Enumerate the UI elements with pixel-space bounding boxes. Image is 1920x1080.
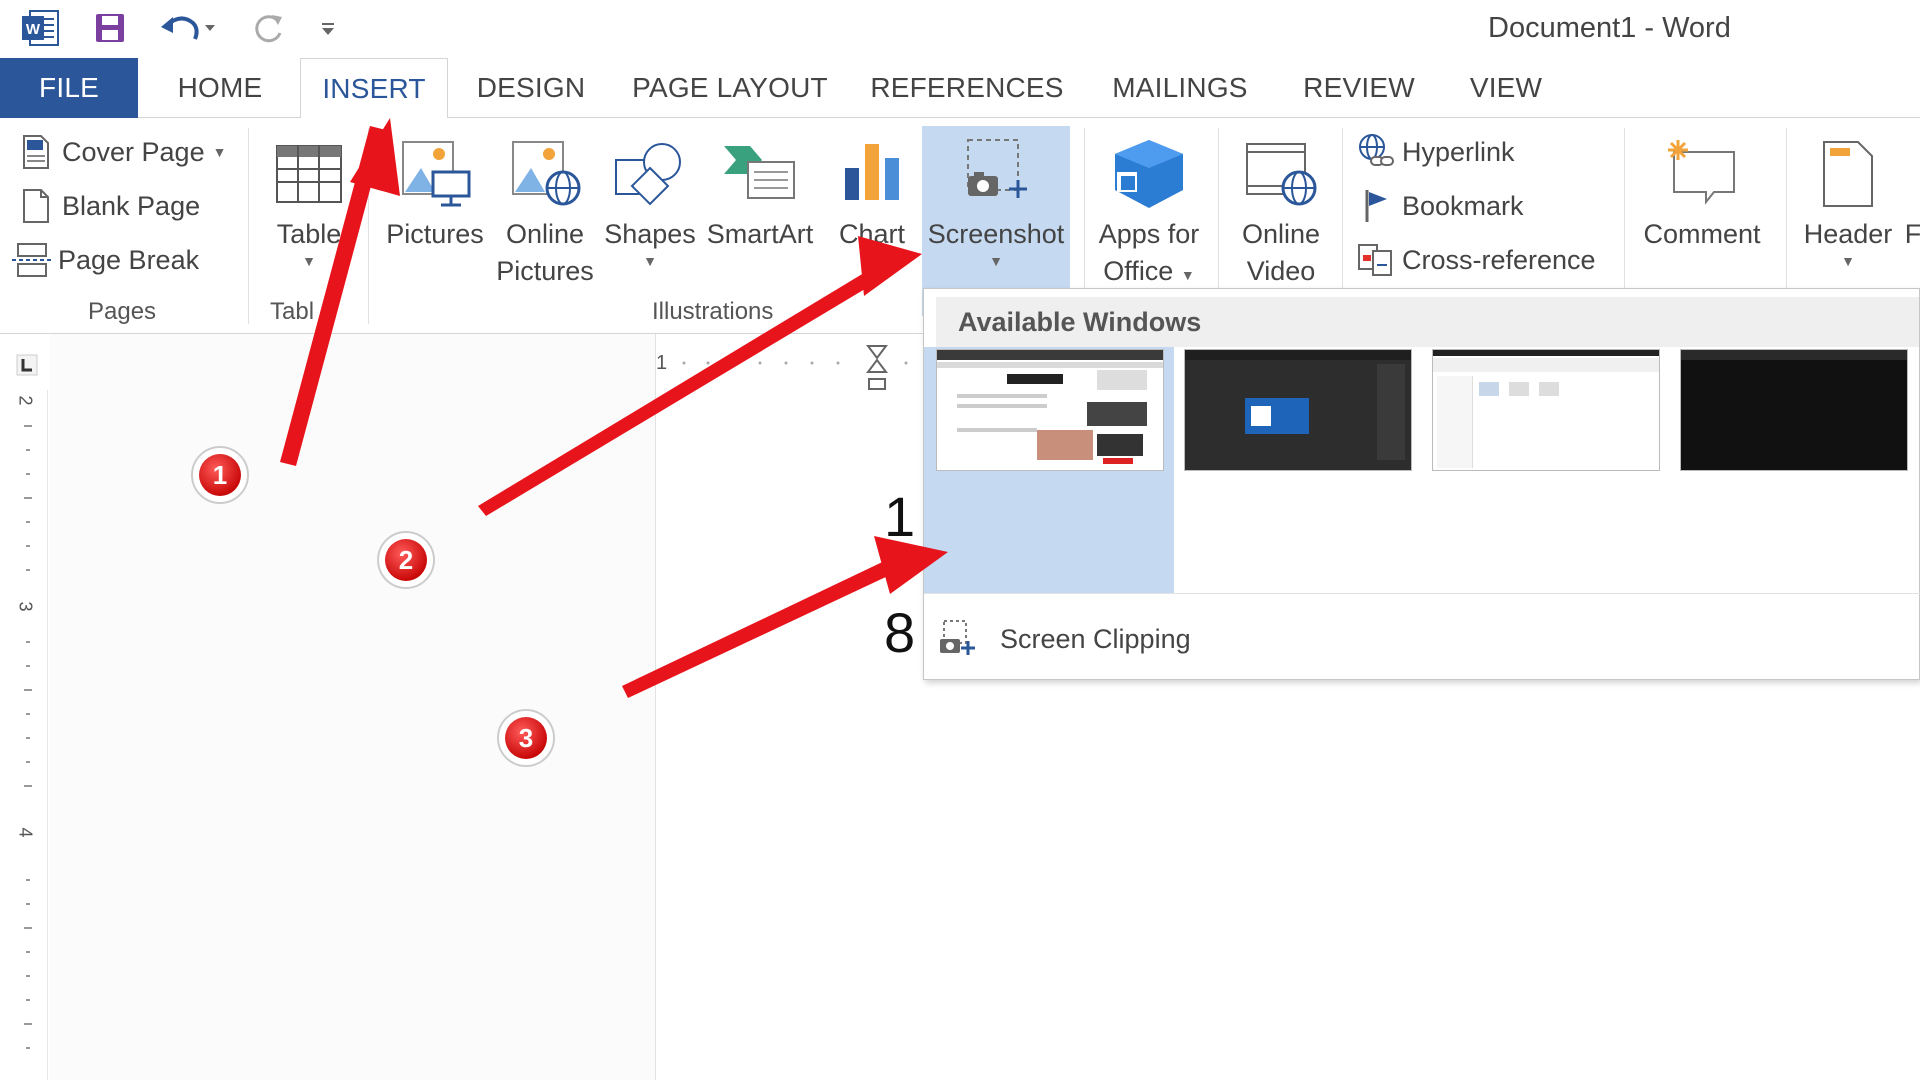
chart-icon — [832, 134, 912, 214]
cross-reference-icon — [1356, 240, 1396, 280]
page-break-label: Page Break — [58, 244, 200, 275]
online-video-label: Online Video — [1241, 219, 1321, 286]
screenshot-label: Screenshot — [927, 219, 1065, 249]
bookmark-icon — [1356, 186, 1396, 226]
svg-text:W: W — [26, 21, 41, 38]
available-windows-header: Available Windows — [936, 297, 1919, 347]
shapes-label: Shapes — [604, 219, 696, 249]
window-thumbnail-1-image[interactable] — [936, 349, 1164, 471]
chart-button[interactable]: Chart — [826, 126, 918, 316]
tab-file[interactable]: FILE — [0, 58, 138, 118]
window-thumbnail-4-image[interactable] — [1680, 349, 1908, 471]
bookmark-button[interactable]: Bookmark — [1356, 184, 1524, 228]
table-icon — [269, 134, 349, 214]
online-pictures-icon — [505, 134, 585, 214]
illustrations-group-label: Illustrations — [652, 298, 774, 325]
tables-group-label: Tabl — [270, 298, 315, 325]
window-title: Document1 - Word — [1488, 12, 1731, 44]
online-video-icon — [1241, 134, 1321, 214]
title-bar: W Document1 - Word — [0, 0, 1920, 58]
cross-reference-button[interactable]: Cross-reference — [1356, 238, 1596, 282]
save-icon[interactable] — [90, 8, 130, 48]
cover-page-label: Cover Page — [62, 136, 205, 167]
cover-page-button[interactable]: Cover Page ▼ — [16, 130, 226, 174]
apps-for-office-icon — [1109, 134, 1189, 214]
tab-selector-icon[interactable] — [16, 354, 38, 376]
comment-icon — [1662, 134, 1742, 214]
vruler-number-2: 2 — [15, 395, 36, 406]
header-icon — [1808, 134, 1888, 214]
screenshot-icon — [956, 134, 1036, 214]
word-logo-icon[interactable]: W — [18, 8, 62, 48]
shapes-button[interactable]: Shapes ▼ — [600, 126, 700, 316]
blank-page-button[interactable]: Blank Page — [16, 184, 200, 228]
screen-clipping-button[interactable]: Screen Clipping — [934, 599, 1191, 679]
table-label: Table — [276, 219, 342, 249]
page-break-button[interactable]: Page Break — [12, 238, 199, 282]
comment-label: Comment — [1643, 219, 1761, 249]
chart-label: Chart — [838, 219, 906, 249]
tab-insert[interactable]: INSERT — [300, 58, 448, 119]
indent-marker-icon — [866, 345, 888, 373]
vruler-number-4: 4 — [15, 827, 36, 838]
vruler-number-3: 3 — [15, 601, 36, 612]
pictures-button[interactable]: Pictures — [380, 126, 490, 316]
redo-icon[interactable] — [250, 8, 290, 48]
screenshot-dropdown: Available Windows Screen Clipping — [923, 288, 1920, 680]
online-pictures-label: Online Pictures — [496, 219, 594, 286]
table-button[interactable]: Table ▼ — [264, 126, 354, 316]
tab-mailings[interactable]: MAILINGS — [1102, 58, 1258, 118]
smartart-label: SmartArt — [706, 219, 814, 249]
ribbon-tabs: FILE HOME INSERT DESIGN PAGE LAYOUT REFE… — [0, 58, 1920, 119]
tab-review[interactable]: REVIEW — [1298, 58, 1420, 118]
smartart-icon — [720, 134, 800, 214]
tab-design[interactable]: DESIGN — [470, 58, 592, 118]
tab-view[interactable]: VIEW — [1456, 58, 1556, 118]
page-break-icon — [12, 240, 52, 280]
document-margin — [50, 334, 656, 1080]
pictures-icon — [395, 134, 475, 214]
shapes-icon — [610, 134, 690, 214]
window-thumbnail-3-image[interactable] — [1432, 349, 1660, 471]
blank-page-label: Blank Page — [62, 190, 201, 221]
online-pictures-button[interactable]: Online Pictures — [490, 126, 600, 316]
vertical-ruler: 2 3 4 — [8, 390, 48, 1080]
apps-for-office-label: Apps for Office ▼ — [1098, 219, 1200, 286]
bookmark-label: Bookmark — [1402, 190, 1524, 221]
horizontal-ruler: 1 — [656, 344, 926, 390]
hyperlink-button[interactable]: Hyperlink — [1356, 130, 1515, 174]
header-label: Header — [1803, 219, 1893, 249]
document-area: 2 3 4 1 1 8 Available Windows Screen Cli… — [0, 288, 1920, 1080]
tab-page-layout[interactable]: PAGE LAYOUT — [630, 58, 830, 118]
footer-label-partial: F — [1906, 219, 1920, 249]
hyperlink-icon — [1356, 132, 1396, 172]
pages-group-label: Pages — [88, 298, 157, 325]
pictures-label: Pictures — [386, 219, 484, 249]
tab-references[interactable]: REFERENCES — [870, 58, 1063, 118]
blank-page-icon — [16, 186, 56, 226]
hyperlink-label: Hyperlink — [1402, 136, 1515, 167]
cross-reference-label: Cross-reference — [1402, 244, 1596, 275]
document-text-1: 1 — [884, 485, 916, 548]
cover-page-icon — [16, 132, 56, 172]
undo-icon[interactable] — [158, 8, 218, 48]
screen-clipping-label: Screen Clipping — [1000, 623, 1191, 654]
document-text-2: 8 — [884, 601, 916, 664]
customize-qat-icon[interactable] — [316, 8, 340, 48]
screen-clipping-icon — [934, 617, 978, 661]
tab-home[interactable]: HOME — [160, 58, 280, 118]
window-thumbnail-2-image[interactable] — [1184, 349, 1412, 471]
smartart-button[interactable]: SmartArt — [700, 126, 820, 316]
